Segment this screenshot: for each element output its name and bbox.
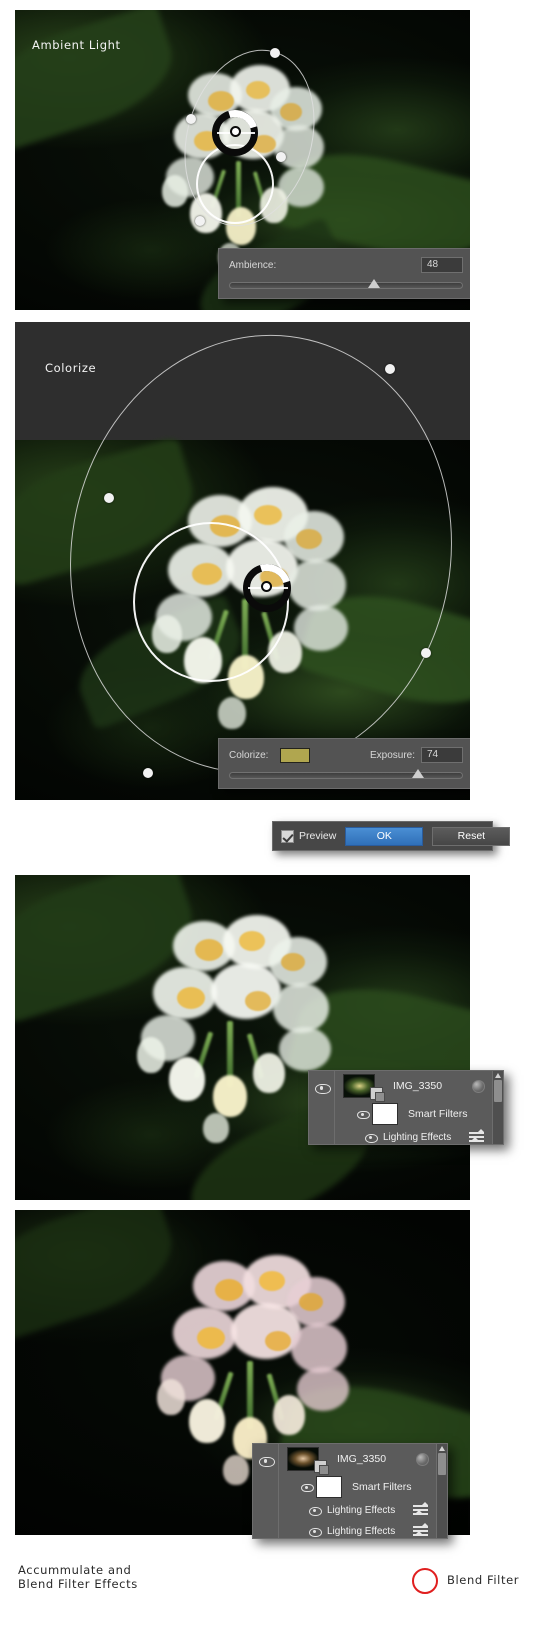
smart-filters-row[interactable]: Smart Filters	[279, 1474, 436, 1500]
lighting-effects-widget[interactable]	[15, 322, 470, 800]
eye-icon[interactable]	[258, 1454, 275, 1468]
layers-list: IMG_3350 Smart Filters Lighting Effects …	[279, 1444, 436, 1538]
exposure-slider-thumb[interactable]	[411, 769, 424, 778]
filter-name: Lighting Effects	[327, 1526, 396, 1537]
smart-object-badge-icon	[314, 1460, 329, 1475]
exposure-label: Exposure:	[369, 749, 415, 761]
ambience-value-field[interactable]: 48	[421, 257, 463, 273]
annotation-blend-filter: Blend Filter	[447, 1573, 520, 1587]
highlight-ring	[412, 1568, 438, 1594]
photo-panel-colorize: Colorize Colorize: Exposure: 74	[15, 322, 470, 800]
fx-options-icon[interactable]	[472, 1079, 485, 1093]
eye-icon[interactable]	[309, 1505, 322, 1516]
scrollbar-thumb[interactable]	[438, 1453, 446, 1475]
fx-options-icon[interactable]	[416, 1452, 429, 1466]
layer-name: IMG_3350	[337, 1453, 387, 1465]
preview-checkbox-group[interactable]: Preview	[281, 829, 337, 843]
filter-name: Lighting Effects	[383, 1132, 452, 1143]
filter-row-lighting-effects[interactable]: Lighting Effects	[335, 1127, 492, 1148]
filter-name: Lighting Effects	[327, 1505, 396, 1516]
eye-icon[interactable]	[357, 1109, 370, 1120]
eye-icon[interactable]	[301, 1482, 314, 1493]
blend-filter-icon[interactable]	[413, 1523, 428, 1538]
layer-thumbnail	[343, 1074, 385, 1102]
layers-panel-single[interactable]: IMG_3350 Smart Filters Lighting Effects	[308, 1070, 504, 1145]
light-handle[interactable]	[270, 48, 280, 58]
preview-label: Preview	[299, 830, 337, 842]
layers-scrollbar[interactable]	[492, 1071, 503, 1144]
blend-filter-icon[interactable]	[413, 1502, 428, 1517]
layers-panel-accumulated[interactable]: IMG_3350 Smart Filters Lighting Effects …	[252, 1443, 448, 1539]
reset-button[interactable]: Reset	[432, 826, 511, 846]
layers-visibility-column	[253, 1444, 279, 1538]
eye-icon[interactable]	[365, 1132, 378, 1143]
smart-filters-row[interactable]: Smart Filters	[335, 1101, 492, 1127]
ok-button[interactable]: OK	[345, 826, 424, 846]
layer-thumbnail	[287, 1447, 329, 1475]
annotation-colorize: Colorize	[45, 361, 97, 375]
light-handle[interactable]	[195, 216, 205, 226]
layer-name: IMG_3350	[393, 1080, 443, 1092]
filter-row-lighting-effects[interactable]: Lighting Effects	[279, 1500, 436, 1521]
eye-icon[interactable]	[314, 1081, 331, 1095]
smart-object-badge-icon	[370, 1087, 385, 1102]
light-handle[interactable]	[276, 152, 286, 162]
exposure-slider-track[interactable]	[229, 769, 463, 779]
eye-icon[interactable]	[309, 1526, 322, 1537]
ambience-label: Ambience:	[229, 259, 277, 271]
light-center-dot[interactable]	[230, 126, 241, 137]
ambience-slider-thumb[interactable]	[367, 279, 380, 288]
blend-filter-icon[interactable]	[469, 1129, 484, 1144]
photo-panel-result-single	[15, 875, 470, 1200]
layer-row-img[interactable]: IMG_3350	[335, 1071, 492, 1102]
light-handle[interactable]	[186, 114, 196, 124]
smart-filters-label: Smart Filters	[352, 1481, 412, 1493]
preview-checkbox[interactable]	[281, 829, 294, 843]
ambience-slider-track[interactable]	[229, 279, 463, 289]
colorize-color-swatch[interactable]	[280, 747, 311, 763]
layers-scrollbar[interactable]	[436, 1444, 447, 1538]
scrollbar-thumb[interactable]	[494, 1080, 502, 1102]
filter-mask-thumbnail[interactable]	[316, 1476, 342, 1498]
screenshot-root: Ambient Light Ambience: 48 Colorize Colo…	[0, 0, 540, 1643]
colorize-control-strip: Colorize: Exposure: 74	[218, 738, 470, 789]
annotation-accumulate-blend: Accummulate and Blend Filter Effects	[18, 1563, 138, 1591]
light-handle[interactable]	[385, 364, 395, 374]
layer-row-img[interactable]: IMG_3350	[279, 1444, 436, 1475]
layers-list: IMG_3350 Smart Filters Lighting Effects	[335, 1071, 492, 1144]
smart-filters-label: Smart Filters	[408, 1108, 468, 1120]
dialog-button-bar: Preview OK Reset	[272, 821, 511, 851]
photo-panel-ambient-light: Ambient Light Ambience: 48	[15, 10, 470, 310]
light-handle[interactable]	[143, 768, 153, 778]
filter-row-lighting-effects[interactable]: Lighting Effects	[279, 1521, 436, 1542]
scroll-up-arrow-icon[interactable]	[495, 1073, 501, 1078]
exposure-value-field[interactable]: 74	[421, 747, 463, 763]
light-center-dot[interactable]	[261, 581, 272, 592]
ambience-control-strip: Ambience: 48	[218, 248, 470, 299]
light-handle[interactable]	[104, 493, 114, 503]
scroll-up-arrow-icon[interactable]	[439, 1446, 445, 1451]
annotation-ambient-light: Ambient Light	[32, 38, 121, 52]
colorize-label: Colorize:	[229, 749, 269, 761]
filter-mask-thumbnail[interactable]	[372, 1103, 398, 1125]
layers-visibility-column	[309, 1071, 335, 1144]
light-handle[interactable]	[421, 648, 431, 658]
